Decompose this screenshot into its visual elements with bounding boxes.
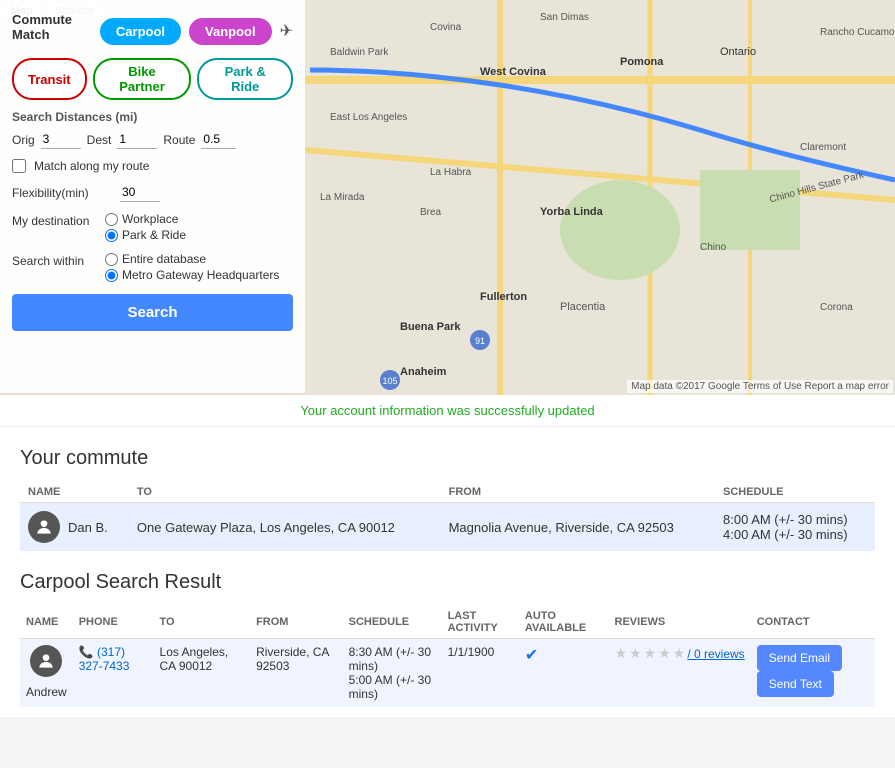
phone-icon: 📞 (79, 645, 94, 659)
result-col-auto-available: AUTO AVAILABLE (519, 606, 609, 639)
svg-text:San Dimas: San Dimas (540, 12, 589, 23)
vanpool-button[interactable]: Vanpool (189, 18, 272, 45)
search-within-metro-gateway[interactable]: Metro Gateway Headquarters (105, 268, 279, 282)
search-button[interactable]: Search (12, 294, 293, 331)
star-3: ★ (644, 645, 657, 662)
orig-label: Orig (12, 133, 35, 147)
route-label: Route (163, 133, 195, 147)
result-col-to: TO (154, 606, 251, 639)
result-col-from: FROM (250, 606, 343, 639)
result-col-last-activity: LAST ACTIVITY (442, 606, 519, 639)
result-col-reviews: REVIEWS (609, 606, 751, 639)
result-col-phone: PHONE (73, 606, 154, 639)
result-col-name: NAME (20, 606, 73, 639)
route-input[interactable] (201, 130, 236, 149)
svg-text:La Habra: La Habra (430, 167, 472, 178)
svg-text:West Covina: West Covina (480, 66, 547, 78)
destination-park-ride-option[interactable]: Park & Ride (105, 228, 186, 242)
star-2: ★ (629, 645, 642, 662)
commute-name-cell: Dan B. (28, 511, 121, 543)
table-row: Dan B. One Gateway Plaza, Los Angeles, C… (20, 503, 875, 552)
commute-col-from: FROM (441, 482, 715, 503)
your-commute-title: Your commute (20, 447, 875, 470)
svg-text:105: 105 (382, 376, 397, 386)
destination-workplace-option[interactable]: Workplace (105, 212, 186, 226)
star-5: ★ (673, 645, 686, 662)
commute-match-label: Commute Match (12, 12, 92, 42)
my-destination-radio-group: Workplace Park & Ride (105, 212, 186, 242)
svg-text:Chino: Chino (700, 242, 727, 253)
success-message: Your account information was successfull… (0, 395, 895, 427)
commute-from: Magnolia Avenue, Riverside, CA 92503 (441, 503, 715, 552)
my-destination-label: My destination (12, 212, 97, 228)
auto-available-check-icon: ✔ (525, 647, 538, 664)
star-1: ★ (615, 645, 628, 662)
result-col-contact: CONTACT (751, 606, 875, 639)
svg-text:Pomona: Pomona (620, 56, 664, 68)
carpool-button[interactable]: Carpool (100, 18, 181, 45)
result-schedule: 8:30 AM (+/- 30 mins) 5:00 AM (+/- 30 mi… (343, 639, 442, 708)
commute-schedule: 8:00 AM (+/- 30 mins) 4:00 AM (+/- 30 mi… (715, 503, 875, 552)
match-route-label: Match along my route (34, 159, 149, 173)
flexibility-input[interactable] (120, 183, 160, 202)
svg-text:Brea: Brea (420, 207, 442, 218)
svg-text:Anaheim: Anaheim (400, 366, 447, 378)
carpool-search-title: Carpool Search Result (20, 571, 875, 594)
svg-text:Covina: Covina (430, 22, 462, 33)
commute-to: One Gateway Plaza, Los Angeles, CA 90012 (129, 503, 441, 552)
flexibility-label: Flexibility(min) (12, 186, 112, 200)
svg-text:Fullerton: Fullerton (480, 291, 527, 303)
svg-text:Buena Park: Buena Park (400, 321, 461, 333)
svg-text:Rancho Cucamonga: Rancho Cucamonga (820, 27, 895, 38)
park-ride-button[interactable]: Park & Ride (197, 58, 293, 100)
commute-col-schedule: SCHEDULE (715, 482, 875, 503)
result-last-activity: 1/1/1900 (442, 639, 519, 708)
commute-col-name: NAME (20, 482, 129, 503)
star-4: ★ (658, 645, 671, 662)
svg-text:91: 91 (475, 336, 485, 346)
send-text-button[interactable]: Send Text (757, 671, 834, 697)
result-contact: Send Email Send Text (751, 639, 875, 708)
sidebar-panel: Commute Match Carpool Vanpool ✈ Transit … (0, 0, 305, 393)
map-container: Baldwin Park Covina San Dimas East Los A… (0, 0, 895, 395)
result-auto-available: ✔ (519, 639, 609, 708)
review-count-link[interactable]: / 0 reviews (687, 647, 744, 661)
avatar (28, 511, 60, 543)
svg-text:Corona: Corona (820, 302, 853, 313)
map-attribution: Map data ©2017 Google Terms of Use Repor… (627, 380, 893, 393)
commute-person-name: Dan B. (68, 520, 108, 535)
dest-label: Dest (87, 133, 112, 147)
commute-col-to: TO (129, 482, 441, 503)
svg-text:Yorba Linda: Yorba Linda (540, 206, 604, 218)
orig-input[interactable] (41, 130, 81, 149)
search-within-radio-group: Entire database Metro Gateway Headquarte… (105, 252, 279, 282)
result-col-schedule: SCHEDULE (343, 606, 442, 639)
transit-button[interactable]: Transit (12, 58, 87, 100)
commute-table: NAME TO FROM SCHEDULE Dan B. (20, 482, 875, 551)
svg-text:La Mirada: La Mirada (320, 192, 365, 203)
table-row: Andrew 📞 (317) 327-7433 Los Angeles, CA … (20, 639, 875, 708)
avatar (30, 645, 62, 677)
result-phone: 📞 (317) 327-7433 (73, 639, 154, 708)
result-person-name: Andrew (26, 685, 67, 699)
svg-text:Baldwin Park: Baldwin Park (330, 47, 389, 58)
svg-text:East Los Angeles: East Los Angeles (330, 112, 407, 123)
svg-text:Placentia: Placentia (560, 301, 606, 313)
send-email-button[interactable]: Send Email (757, 645, 842, 671)
svg-text:Claremont: Claremont (800, 142, 846, 153)
svg-text:Ontario: Ontario (720, 46, 756, 58)
search-within-label: Search within (12, 252, 97, 268)
result-name-cell: Andrew (20, 639, 73, 708)
bike-partner-button[interactable]: Bike Partner (93, 58, 192, 100)
result-from: Riverside, CA 92503 (250, 639, 343, 708)
search-within-entire-db[interactable]: Entire database (105, 252, 279, 266)
main-content: Your commute NAME TO FROM SCHEDULE (0, 427, 895, 717)
carpool-result-table: NAME PHONE TO FROM SCHEDULE LAST ACTIVIT… (20, 606, 875, 707)
match-route-checkbox[interactable] (12, 159, 26, 173)
dest-input[interactable] (117, 130, 157, 149)
result-to: Los Angeles, CA 90012 (154, 639, 251, 708)
search-distances-label: Search Distances (mi) (12, 110, 293, 124)
result-reviews: ★ ★ ★ ★ ★ / 0 reviews (609, 639, 751, 708)
settings-icon[interactable]: ✈ (280, 21, 293, 41)
